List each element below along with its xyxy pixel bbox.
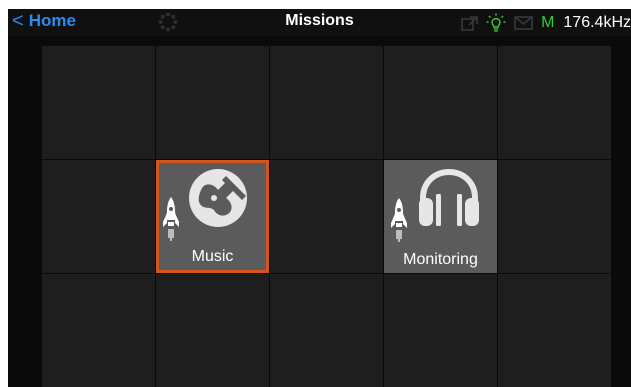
empty-slot[interactable] — [384, 46, 497, 159]
device-screen: < Home Missions M 176.4kHz Music Monitor… — [8, 9, 631, 387]
empty-slot[interactable] — [156, 274, 269, 387]
status-area: M 176.4kHz — [461, 12, 631, 34]
empty-slot[interactable] — [384, 274, 497, 387]
lightbulb-icon[interactable] — [486, 13, 506, 33]
mission-tile-music[interactable]: Music — [156, 160, 269, 273]
empty-slot[interactable] — [42, 160, 155, 273]
empty-slot[interactable] — [270, 274, 383, 387]
empty-slot[interactable] — [498, 46, 611, 159]
headphones-icon — [419, 168, 479, 226]
empty-slot[interactable] — [270, 46, 383, 159]
empty-slot[interactable] — [156, 46, 269, 159]
empty-slot[interactable] — [498, 274, 611, 387]
mission-tile-monitoring[interactable]: Monitoring — [384, 160, 497, 273]
mission-grid: Music Monitoring — [42, 46, 612, 387]
loading-spinner-icon — [158, 12, 178, 32]
rocket-icon — [391, 198, 407, 242]
rocket-icon — [163, 197, 179, 241]
tile-label: Music — [191, 248, 234, 265]
empty-slot[interactable] — [498, 160, 611, 273]
tile-label: Monitoring — [403, 251, 478, 268]
chevron-left-icon: < — [12, 10, 24, 32]
top-bar: < Home Missions M 176.4kHz — [8, 9, 631, 36]
empty-slot[interactable] — [270, 160, 383, 273]
m-indicator: M — [541, 14, 555, 31]
empty-slot[interactable] — [42, 46, 155, 159]
guitar-icon — [189, 169, 247, 227]
back-home-button[interactable]: < Home — [12, 10, 76, 32]
empty-slot[interactable] — [42, 274, 155, 387]
mail-icon[interactable] — [514, 16, 533, 30]
export-icon[interactable] — [461, 15, 478, 31]
sample-rate: 176.4kHz — [563, 14, 631, 31]
back-label: Home — [28, 11, 76, 30]
